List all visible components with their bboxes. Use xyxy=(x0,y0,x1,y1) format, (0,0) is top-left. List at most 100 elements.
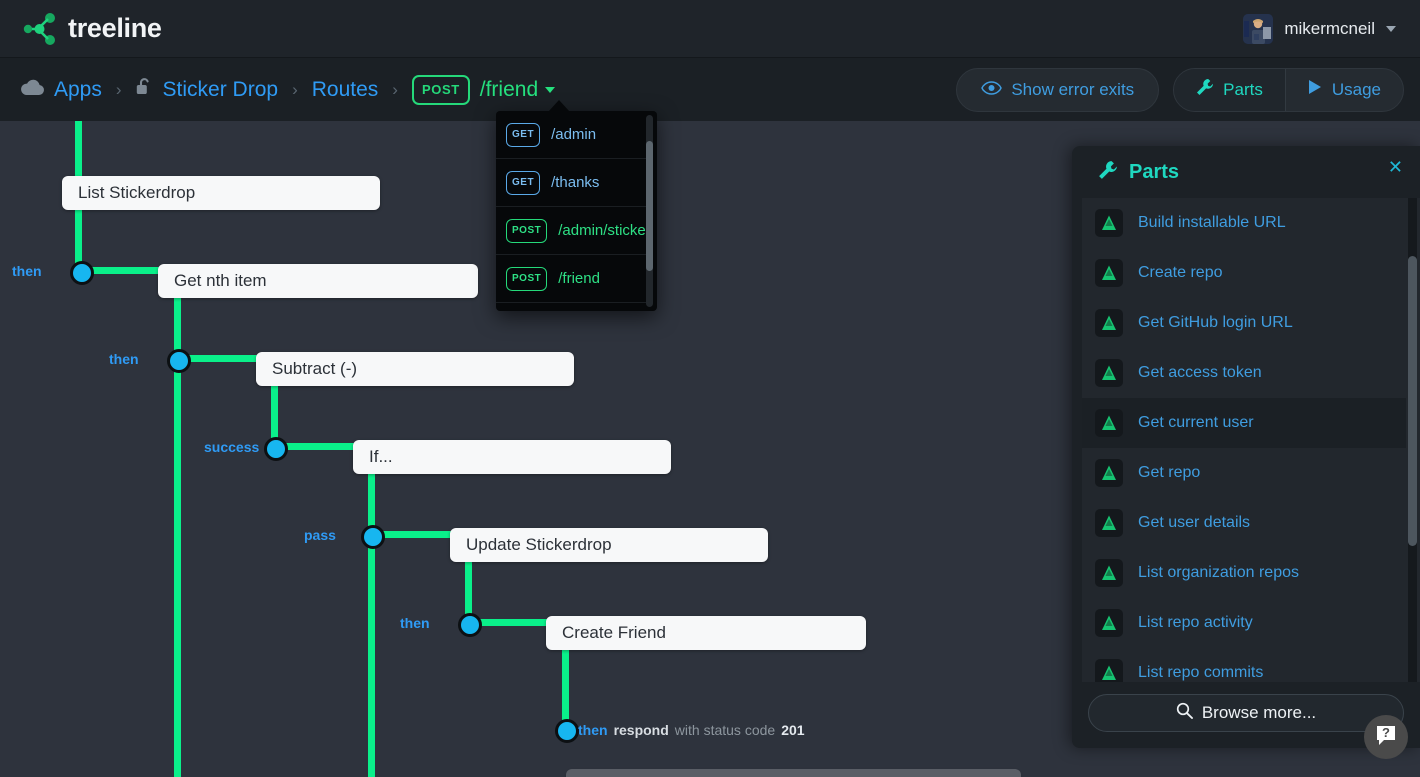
help-button[interactable]: ? xyxy=(1364,715,1408,759)
parts-panel: Parts ✕ Build installable URL Create rep… xyxy=(1072,146,1420,748)
parts-usage-toggle: Parts Usage xyxy=(1173,67,1404,112)
respond-status-code: 201 xyxy=(781,722,805,738)
method-badge: POST xyxy=(506,266,548,291)
flow-node[interactable]: If... xyxy=(353,440,671,474)
list-item[interactable]: Get user details xyxy=(1082,498,1406,548)
breadcrumb-item-routes[interactable]: Routes xyxy=(312,78,379,102)
avatar xyxy=(1243,13,1274,44)
parts-button[interactable]: Parts xyxy=(1174,68,1285,111)
list-item-label: Build installable URL xyxy=(1138,214,1286,231)
wrench-icon xyxy=(1098,160,1118,185)
caret-down-icon[interactable] xyxy=(545,86,556,93)
exit-dot[interactable] xyxy=(361,525,385,549)
list-item-label: Get GitHub login URL xyxy=(1138,314,1293,331)
list-item-label: List organization repos xyxy=(1138,564,1299,581)
list-item-label: Get user details xyxy=(1138,514,1251,531)
wire-segment xyxy=(281,443,358,450)
list-item-label: List repo commits xyxy=(1138,664,1264,681)
treeline-part-icon xyxy=(1095,659,1123,682)
treeline-part-icon xyxy=(1095,209,1123,237)
list-item-label: Get repo xyxy=(1138,464,1201,481)
header-actions: Show error exits Parts Usage xyxy=(956,67,1404,112)
route-path-label: /thanks xyxy=(551,174,600,191)
dropdown-scrollbar-thumb[interactable] xyxy=(646,141,653,271)
method-badge: GET xyxy=(506,122,541,147)
breadcrumb-bar: Apps › Sticker Drop › Routes › POST /fri… xyxy=(0,58,1420,121)
exit-dot[interactable] xyxy=(458,613,482,637)
route-dropdown-item[interactable]: POST /admin/stickerdrc xyxy=(496,207,646,255)
exit-dot[interactable] xyxy=(555,719,579,743)
flow-node[interactable]: Get nth item xyxy=(158,264,478,298)
treeline-part-icon xyxy=(1095,409,1123,437)
treeline-part-icon xyxy=(1095,309,1123,337)
browse-more-button[interactable]: Browse more... xyxy=(1088,694,1404,732)
list-item[interactable]: List repo commits xyxy=(1082,648,1406,682)
wire-segment xyxy=(85,267,163,274)
user-menu[interactable]: mikermcneil xyxy=(1243,13,1404,44)
usage-button[interactable]: Usage xyxy=(1286,69,1403,111)
respond-then-label: then xyxy=(578,722,608,738)
exit-dot[interactable] xyxy=(264,437,288,461)
parts-scrollbar-thumb[interactable] xyxy=(1408,256,1417,546)
wire-segment xyxy=(475,619,551,626)
respond-verb-label: respond xyxy=(613,722,669,738)
list-item[interactable]: Create repo xyxy=(1082,248,1406,298)
list-item[interactable]: List repo activity xyxy=(1082,598,1406,648)
method-badge: POST xyxy=(506,218,548,243)
route-dropdown-item[interactable]: POST /friend xyxy=(496,255,646,303)
breadcrumb-separator: › xyxy=(115,79,122,99)
treeline-part-icon xyxy=(1095,259,1123,287)
wire-segment xyxy=(378,531,455,538)
list-item[interactable]: Get repo xyxy=(1082,448,1406,498)
exit-dot[interactable] xyxy=(70,261,94,285)
parts-list: Build installable URL Create repo Get Gi… xyxy=(1082,198,1406,682)
chevron-down-icon[interactable] xyxy=(1386,25,1396,32)
breadcrumb: Apps › Sticker Drop › Routes › POST /fri… xyxy=(20,74,956,105)
list-item-label: Get current user xyxy=(1138,414,1254,431)
respond-text-label: with status code xyxy=(674,722,776,738)
eye-icon xyxy=(981,80,1003,100)
flow-node[interactable]: Create Friend xyxy=(546,616,866,650)
route-dropdown-item[interactable]: GET /admin xyxy=(496,111,646,159)
help-question-icon: ? xyxy=(1374,723,1398,752)
flow-node[interactable]: Update Stickerdrop xyxy=(450,528,768,562)
breadcrumb-item-apps[interactable]: Apps xyxy=(20,78,102,102)
parts-list-container[interactable]: Build installable URL Create repo Get Gi… xyxy=(1082,198,1420,682)
exit-dot[interactable] xyxy=(167,349,191,373)
list-item[interactable]: Build installable URL xyxy=(1082,198,1406,248)
route-method-badge: POST xyxy=(411,74,470,105)
top-header: treeline mikermcneil xyxy=(0,0,1420,58)
breadcrumb-item-route[interactable]: POST /friend xyxy=(411,74,556,105)
list-item[interactable]: List organization repos xyxy=(1082,548,1406,598)
route-dropdown-list: GET /admin GET /thanks POST /admin/stick… xyxy=(496,111,646,311)
route-path-label: /friend xyxy=(558,270,600,287)
cloud-icon xyxy=(20,78,45,102)
flow-node-partial[interactable] xyxy=(566,769,1021,777)
route-dropdown-item[interactable]: GET /thanks xyxy=(496,159,646,207)
list-item[interactable]: Get access token xyxy=(1082,348,1406,398)
route-path: /friend xyxy=(479,77,539,101)
usage-button-label: Usage xyxy=(1331,79,1381,99)
route-dropdown-menu[interactable]: GET /admin GET /thanks POST /admin/stick… xyxy=(496,111,657,311)
show-error-exits-button[interactable]: Show error exits xyxy=(956,67,1160,112)
treeline-part-icon xyxy=(1095,509,1123,537)
unlock-icon xyxy=(136,77,154,102)
user-name: mikermcneil xyxy=(1284,18,1375,38)
breadcrumb-item-app[interactable]: Sticker Drop xyxy=(136,77,278,102)
edge-label: then xyxy=(109,351,139,367)
breadcrumb-separator: › xyxy=(292,79,298,99)
close-icon[interactable]: ✕ xyxy=(1388,158,1403,176)
list-item[interactable]: Get GitHub login URL xyxy=(1082,298,1406,348)
parts-panel-header: Parts ✕ xyxy=(1072,146,1420,198)
treeline-part-icon xyxy=(1095,609,1123,637)
dropdown-pointer xyxy=(548,100,570,112)
show-error-exits-label: Show error exits xyxy=(1011,79,1135,99)
breadcrumb-separator: › xyxy=(392,79,398,99)
edge-label: then xyxy=(400,615,430,631)
flow-node[interactable]: List Stickerdrop xyxy=(62,176,380,210)
flow-node[interactable]: Subtract (-) xyxy=(256,352,574,386)
play-icon xyxy=(1308,79,1323,100)
brand[interactable]: treeline xyxy=(22,12,162,46)
treeline-part-icon xyxy=(1095,559,1123,587)
list-item-selected[interactable]: Get current user xyxy=(1082,398,1406,448)
